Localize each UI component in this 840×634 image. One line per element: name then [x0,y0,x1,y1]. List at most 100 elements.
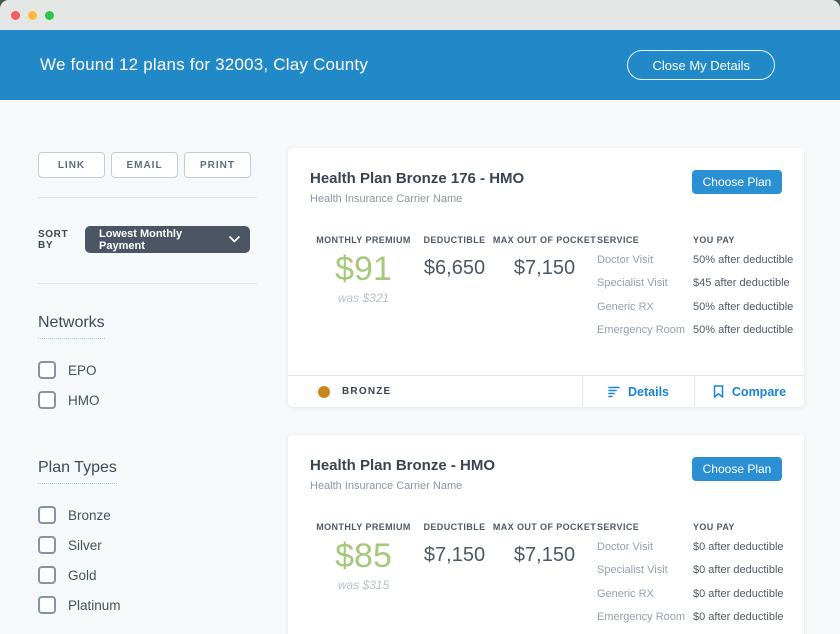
silver-label: Silver [68,538,102,553]
networks-heading: Networks [38,314,105,339]
plan-card: Health Plan Bronze 176 - HMO Health Insu… [288,148,804,407]
max-out-of-pocket-value: $7,150 [492,544,597,567]
plan-card: Health Plan Bronze - HMO Health Insuranc… [288,435,804,634]
service-column: SERVICE Doctor Visit Specialist Visit Ge… [597,522,693,626]
tier-name: BRONZE [342,386,391,397]
window-titlebar [0,0,840,30]
service-name: Emergency Room [597,609,693,626]
epo-label: EPO [68,363,97,378]
monthly-premium-label: MONTHLY PREMIUM [310,522,417,532]
you-pay-value: $0 after deductible [693,586,804,603]
choose-plan-button[interactable]: Choose Plan [692,457,782,481]
you-pay-value: $0 after deductible [693,539,804,556]
results-header: We found 12 plans for 32003, Clay County… [0,30,840,100]
you-pay-value: 50% after deductible [693,322,804,339]
plan-name: Health Plan Bronze 176 - HMO [310,170,524,187]
sidebar-divider [38,197,257,198]
previous-premium-value: was $321 [310,291,417,305]
networks-filter-section: Networks EPO HMO [38,314,257,409]
service-name: Specialist Visit [597,275,693,292]
you-pay-value: $0 after deductible [693,562,804,579]
service-label: SERVICE [597,522,693,532]
compare-button[interactable]: Compare [694,376,804,407]
plan-identity: Health Plan Bronze 176 - HMO Health Insu… [310,170,524,205]
monthly-premium-column: MONTHLY PREMIUM $85 was $315 [310,522,417,626]
you-pay-value: $45 after deductible [693,275,804,292]
epo-checkbox[interactable] [38,361,56,379]
deductible-label: DEDUCTIBLE [417,522,492,532]
monthly-premium-value: $91 [310,251,417,288]
gold-checkbox[interactable] [38,566,56,584]
max-out-of-pocket-label: MAX OUT OF POCKET [492,235,597,245]
hmo-label: HMO [68,393,100,408]
plan-card-body: MONTHLY PREMIUM $85 was $315 DEDUCTIBLE … [288,492,804,634]
you-pay-value: 50% after deductible [693,252,804,269]
service-name: Generic RX [597,586,693,603]
max-out-of-pocket-label: MAX OUT OF POCKET [492,522,597,532]
filter-option-hmo[interactable]: HMO [38,391,257,409]
max-out-of-pocket-column: MAX OUT OF POCKET $7,150 [492,235,597,339]
minimize-window-icon[interactable] [28,11,37,20]
you-pay-label: YOU PAY [693,522,804,532]
details-button[interactable]: Details [582,376,694,407]
you-pay-column: YOU PAY 50% after deductible $45 after d… [693,235,804,339]
service-column: SERVICE Doctor Visit Specialist Visit Ge… [597,235,693,339]
plan-card-body: MONTHLY PREMIUM $91 was $321 DEDUCTIBLE … [288,205,804,375]
zoom-window-icon[interactable] [45,11,54,20]
filter-option-platinum[interactable]: Platinum [38,596,257,614]
plan-results-list: Health Plan Bronze 176 - HMO Health Insu… [288,148,804,634]
filter-option-epo[interactable]: EPO [38,361,257,379]
service-name: Doctor Visit [597,539,693,556]
service-name: Emergency Room [597,322,693,339]
link-button[interactable]: LINK [38,152,105,178]
silver-checkbox[interactable] [38,536,56,554]
app-window: We found 12 plans for 32003, Clay County… [0,0,840,634]
plan-types-filter-section: Plan Types Bronze Silver Gold Platinum [38,459,257,614]
service-name: Doctor Visit [597,252,693,269]
service-name: Generic RX [597,299,693,316]
max-out-of-pocket-value: $7,150 [492,257,597,280]
filter-option-silver[interactable]: Silver [38,536,257,554]
deductible-column: DEDUCTIBLE $6,650 [417,235,492,339]
monthly-premium-value: $85 [310,538,417,575]
sort-dropdown[interactable]: Lowest Monthly Payment [85,226,250,253]
plan-types-heading: Plan Types [38,459,117,484]
window-controls [11,11,54,20]
deductible-value: $7,150 [417,544,492,567]
choose-plan-button[interactable]: Choose Plan [692,170,782,194]
filter-option-gold[interactable]: Gold [38,566,257,584]
platinum-checkbox[interactable] [38,596,56,614]
close-my-details-button[interactable]: Close My Details [627,50,775,80]
chevron-down-icon [229,236,240,243]
plan-card-footer: BRONZE Details [288,375,804,407]
bookmark-icon [713,385,724,398]
you-pay-value: $0 after deductible [693,609,804,626]
sort-by-label: SORT BY [38,229,85,251]
sort-control: SORT BY Lowest Monthly Payment [38,226,257,253]
monthly-premium-column: MONTHLY PREMIUM $91 was $321 [310,235,417,339]
plan-carrier: Health Insurance Carrier Name [310,480,495,492]
previous-premium-value: was $315 [310,578,417,592]
you-pay-value: 50% after deductible [693,299,804,316]
deductible-label: DEDUCTIBLE [417,235,492,245]
service-label: SERVICE [597,235,693,245]
filters-sidebar: LINK EMAIL PRINT SORT BY Lowest Monthly … [38,152,257,614]
deductible-column: DEDUCTIBLE $7,150 [417,522,492,626]
compare-label: Compare [732,385,786,399]
close-window-icon[interactable] [11,11,20,20]
plan-name: Health Plan Bronze - HMO [310,457,495,474]
content-area: LINK EMAIL PRINT SORT BY Lowest Monthly … [0,100,840,634]
plan-card-header: Health Plan Bronze 176 - HMO Health Insu… [288,148,804,205]
filter-option-bronze[interactable]: Bronze [38,506,257,524]
print-button[interactable]: PRINT [184,152,251,178]
hmo-checkbox[interactable] [38,391,56,409]
bronze-label: Bronze [68,508,111,523]
bronze-checkbox[interactable] [38,506,56,524]
gold-label: Gold [68,568,97,583]
email-button[interactable]: EMAIL [111,152,178,178]
max-out-of-pocket-column: MAX OUT OF POCKET $7,150 [492,522,597,626]
sidebar-divider [38,283,257,284]
plan-card-header: Health Plan Bronze - HMO Health Insuranc… [288,435,804,492]
share-buttons: LINK EMAIL PRINT [38,152,257,178]
plan-carrier: Health Insurance Carrier Name [310,193,524,205]
